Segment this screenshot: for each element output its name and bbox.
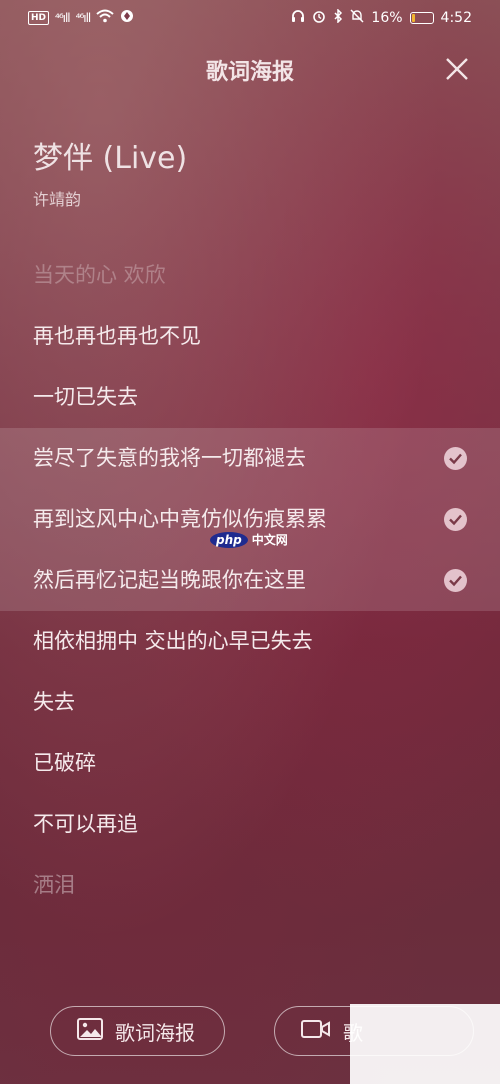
corner-overlay (350, 1004, 500, 1084)
lyric-text: 失去 (33, 690, 75, 714)
battery-icon (409, 12, 434, 24)
lyric-text: 再也再也再也不见 (33, 324, 201, 348)
clock: 4:52 (440, 10, 472, 26)
watermark-logo: php (210, 531, 248, 548)
page-title: 歌词海报 (205, 60, 294, 85)
lyric-poster-button[interactable]: 歌词海报 (50, 1006, 225, 1056)
lyric-text: 洒泪 (33, 873, 75, 897)
wifi-icon (96, 9, 114, 27)
alarm-icon (312, 9, 326, 27)
check-icon[interactable] (444, 447, 467, 470)
lyric-line[interactable]: 当天的心 欢欣 (0, 245, 500, 306)
image-icon (77, 1018, 103, 1044)
lyrics-list: 当天的心 欢欣 再也再也再也不见 一切已失去 尝尽了失意的我将一切都褪去 再到这… (0, 245, 500, 916)
song-title: 梦伴 (Live) (33, 141, 188, 176)
signal-icon-1: ⁴⁶ıll (55, 11, 71, 25)
bluetooth-icon (333, 8, 343, 27)
lyric-text: 已破碎 (33, 751, 96, 775)
status-left: HD ⁴⁶ıll ⁴⁶ıll (28, 9, 134, 27)
lyric-text: 然后再忆记起当晚跟你在这里 (33, 568, 306, 592)
watermark-text: 中文网 (251, 533, 288, 547)
lyric-text: 不可以再追 (33, 812, 138, 836)
lyric-text: 当天的心 欢欣 (33, 263, 166, 287)
lyric-text: 一切已失去 (33, 385, 138, 409)
lyric-line[interactable]: 失去 (0, 672, 500, 733)
close-icon (446, 58, 468, 80)
vpn-icon (120, 9, 134, 27)
mute-icon (350, 9, 364, 27)
status-right: 16% 4:52 (291, 8, 472, 27)
watermark: php 中文网 (210, 531, 288, 548)
headset-icon (291, 9, 305, 27)
signal-icon-2: ⁴⁶ıll (75, 11, 92, 25)
lyric-line[interactable]: 已破碎 (0, 733, 500, 794)
lyric-line[interactable]: 一切已失去 (0, 367, 500, 428)
lyric-text: 尝尽了失意的我将一切都褪去 (33, 446, 306, 470)
check-icon[interactable] (444, 569, 467, 592)
close-button[interactable] (444, 56, 470, 82)
battery-percent: 16% (371, 10, 403, 26)
status-bar: HD ⁴⁶ıll ⁴⁶ıll 16% 4:52 (0, 0, 500, 36)
lyric-line[interactable]: 再也再也再也不见 (0, 306, 500, 367)
check-icon[interactable] (444, 508, 467, 531)
hd-badge: HD (28, 11, 50, 25)
selected-lyrics-group: 尝尽了失意的我将一切都褪去 再到这风中心中竟仿似伤痕累累 然后再忆记起当晚跟你在… (0, 428, 500, 611)
lyric-line-selected[interactable]: 然后再忆记起当晚跟你在这里 (0, 550, 500, 611)
video-camera-icon (301, 1019, 331, 1043)
lyric-line-selected[interactable]: 尝尽了失意的我将一切都褪去 (0, 428, 500, 489)
lyric-text: 再到这风中心中竟仿似伤痕累累 (33, 507, 327, 531)
lyric-poster-label: 歌词海报 (115, 1020, 195, 1045)
lyric-line[interactable]: 不可以再追 (0, 794, 500, 855)
lyric-text: 相依相拥中 交出的心早已失去 (33, 629, 313, 653)
lyric-line[interactable]: 相依相拥中 交出的心早已失去 (0, 611, 500, 672)
lyric-line[interactable]: 洒泪 (0, 855, 500, 916)
artist-name: 许靖韵 (33, 190, 82, 209)
